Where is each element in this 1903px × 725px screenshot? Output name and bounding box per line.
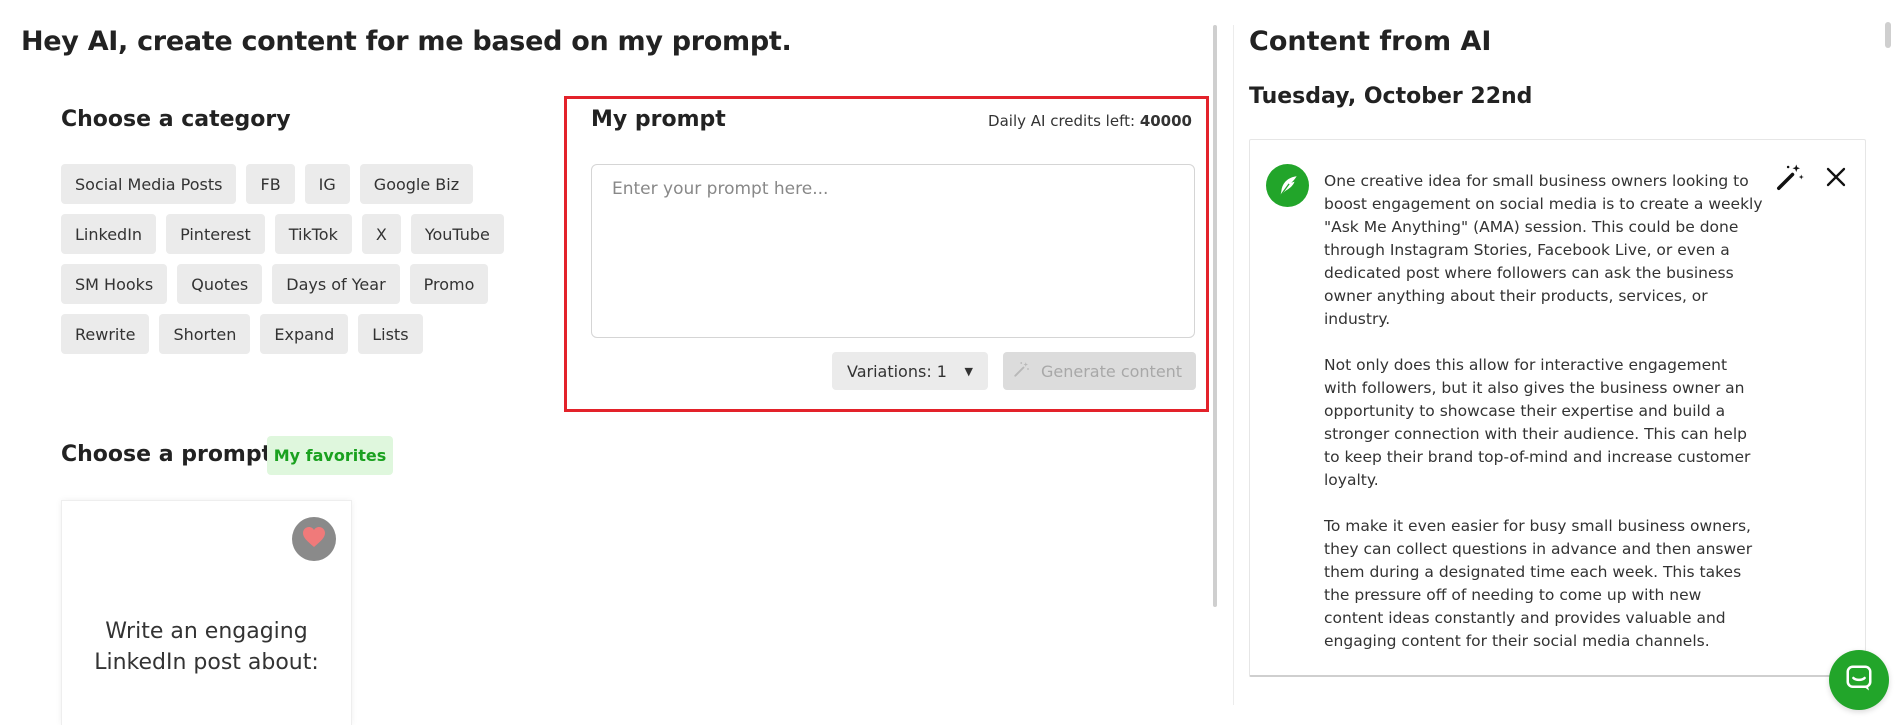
chip-youtube[interactable]: YouTube	[410, 214, 504, 254]
chip-lists[interactable]: Lists	[358, 314, 423, 354]
chat-button[interactable]	[1829, 650, 1889, 710]
result-paragraph: Not only does this allow for interactive…	[1324, 356, 1751, 489]
chip-social-media-posts[interactable]: Social Media Posts	[61, 164, 237, 204]
ai-result-text: One creative idea for small business own…	[1324, 170, 1764, 676]
chip-ig[interactable]: IG	[304, 164, 350, 204]
ai-content-title: Content from AI	[1249, 26, 1492, 57]
ai-result-card: One creative idea for small business own…	[1249, 139, 1866, 677]
chip-sm-hooks[interactable]: SM Hooks	[61, 264, 168, 304]
page-scrollbar[interactable]	[1885, 22, 1891, 48]
chip-quotes[interactable]: Quotes	[177, 264, 263, 304]
ai-credits-label: Daily AI credits left:	[988, 112, 1136, 130]
chip-fb[interactable]: FB	[246, 164, 295, 204]
caret-down-icon: ▼	[964, 364, 973, 378]
panel-divider	[1233, 25, 1234, 705]
generate-content-button[interactable]: Generate content	[1003, 352, 1196, 390]
variations-dropdown[interactable]: Variations: 1 ▼	[832, 352, 988, 390]
result-paragraph: One creative idea for small business own…	[1324, 172, 1763, 328]
chip-shorten[interactable]: Shorten	[159, 314, 251, 354]
close-result-button[interactable]	[1821, 164, 1851, 194]
chip-row: LinkedIn Pinterest TikTok X YouTube	[61, 214, 541, 254]
result-paragraph: To make it even easier for busy small bu…	[1324, 517, 1753, 650]
chip-linkedin[interactable]: LinkedIn	[61, 214, 157, 254]
ai-content-date: Tuesday, October 22nd	[1249, 84, 1533, 109]
magic-wand-icon	[1013, 360, 1031, 382]
my-prompt-panel: My prompt Daily AI credits left: 40000 V…	[564, 96, 1209, 412]
magic-wand-icon	[1775, 162, 1805, 196]
choose-prompt-heading: Choose a prompt	[61, 442, 273, 467]
chip-rewrite[interactable]: Rewrite	[61, 314, 150, 354]
page-title: Hey AI, create content for me based on m…	[21, 26, 792, 57]
chip-expand[interactable]: Expand	[260, 314, 349, 354]
my-prompt-title: My prompt	[591, 107, 726, 132]
category-heading: Choose a category	[61, 107, 291, 132]
chip-promo[interactable]: Promo	[409, 264, 489, 304]
chip-x[interactable]: X	[361, 214, 401, 254]
prompt-card[interactable]: Write an engaging LinkedIn post about:	[61, 500, 352, 725]
my-favorites-button[interactable]: My favorites	[267, 436, 393, 475]
left-panel-scrollbar[interactable]	[1213, 25, 1217, 607]
ai-credits: Daily AI credits left: 40000	[988, 112, 1192, 130]
prompt-input[interactable]	[591, 164, 1195, 338]
chip-tiktok[interactable]: TikTok	[274, 214, 352, 254]
ai-credits-value: 40000	[1139, 112, 1192, 130]
generate-content-label: Generate content	[1041, 361, 1183, 381]
variations-label: Variations: 1	[847, 361, 947, 381]
chip-pinterest[interactable]: Pinterest	[166, 214, 265, 254]
chip-days-of-year[interactable]: Days of Year	[272, 264, 400, 304]
rewrite-button[interactable]	[1773, 162, 1807, 196]
close-icon	[1826, 167, 1846, 191]
feather-icon	[1266, 164, 1309, 207]
chip-row: SM Hooks Quotes Days of Year Promo	[61, 264, 541, 304]
chip-row: Rewrite Shorten Expand Lists	[61, 314, 541, 354]
heart-icon	[302, 526, 326, 552]
chip-google-biz[interactable]: Google Biz	[359, 164, 474, 204]
chip-row: Social Media Posts FB IG Google Biz	[61, 164, 541, 204]
chat-icon	[1844, 663, 1874, 697]
prompt-card-text: Write an engaging LinkedIn post about:	[94, 619, 319, 675]
category-chips: Social Media Posts FB IG Google Biz Link…	[61, 164, 541, 364]
favorite-toggle[interactable]	[292, 517, 336, 561]
